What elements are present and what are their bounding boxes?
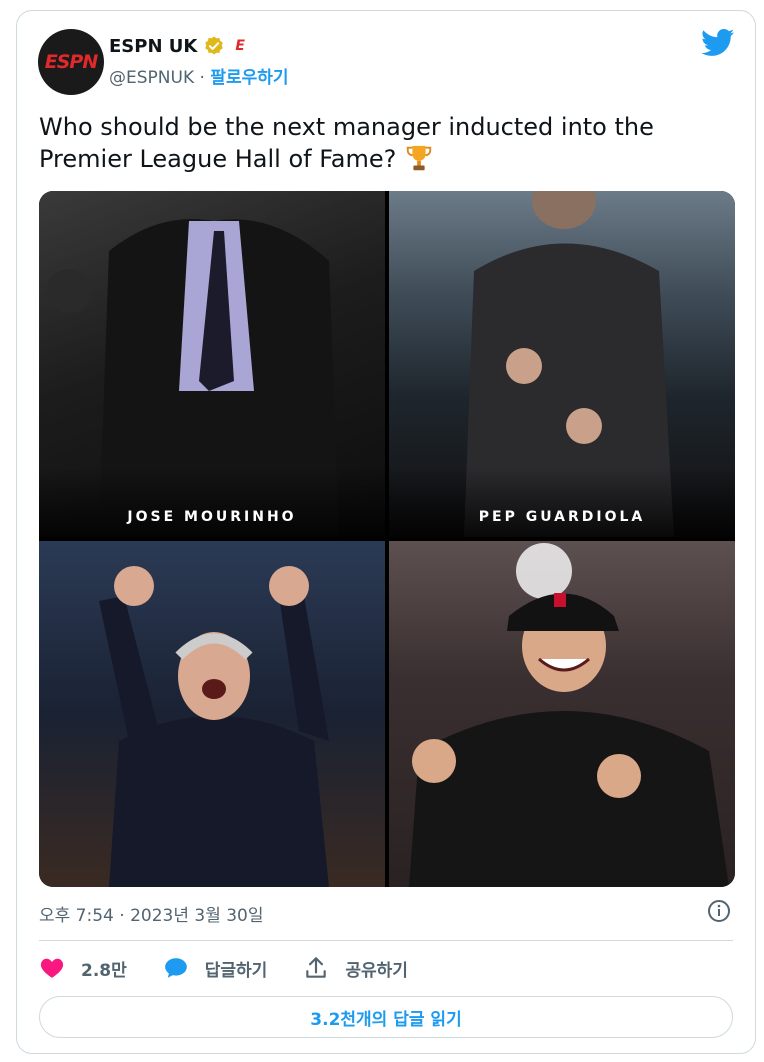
media-label-1: JOSE MOURINHO xyxy=(127,509,297,525)
espn-logo: ESPN xyxy=(44,51,98,73)
share-button[interactable]: 공유하기 xyxy=(303,955,408,981)
info-icon[interactable] xyxy=(707,899,731,923)
media-photo-4[interactable] xyxy=(389,541,735,887)
tweet-card: ESPN ESPN UK E @ESPNUK · 팔로우하기 Who shoul… xyxy=(16,10,756,1054)
media-photo-2[interactable]: PEP GUARDIOLA xyxy=(389,191,735,537)
author-name-row: ESPN UK E xyxy=(109,35,245,57)
separator: · xyxy=(199,68,205,88)
media-label-2: PEP GUARDIOLA xyxy=(478,509,646,525)
heart-icon xyxy=(40,958,64,978)
manager-silhouette-4 xyxy=(409,543,729,887)
like-button[interactable]: 2.8만 xyxy=(39,955,127,981)
tweet-timestamp[interactable]: 오후 7:54 · 2023년 3월 30일 xyxy=(39,901,264,926)
affiliate-badge: E xyxy=(235,38,245,54)
tweet-text-line-1: Who should be the next manager inducted … xyxy=(39,113,654,141)
tweet-text-line-2: Premier League Hall of Fame? xyxy=(39,143,729,175)
manager-silhouette-3 xyxy=(99,566,329,887)
verified-badge-icon xyxy=(205,36,224,55)
read-replies-button[interactable]: 3.2천개의 답글 읽기 xyxy=(39,996,733,1038)
avatar[interactable]: ESPN xyxy=(38,29,104,95)
trophy-icon xyxy=(406,145,432,171)
action-bar: 2.8만 답글하기 공유하기 xyxy=(39,955,444,981)
label-shade xyxy=(39,467,385,537)
like-count: 2.8만 xyxy=(81,960,127,981)
label-shade xyxy=(389,467,735,537)
twitter-bird-icon[interactable] xyxy=(701,29,735,57)
share-icon xyxy=(306,957,327,978)
divider xyxy=(39,940,733,941)
media-grid[interactable]: JOSE MOURINHO PEP GUARDIOLA xyxy=(39,191,735,887)
author-handle[interactable]: @ESPNUK xyxy=(109,68,194,88)
tweet-text-line-2-text: Premier League Hall of Fame? xyxy=(39,145,397,173)
author-name[interactable]: ESPN UK xyxy=(109,36,197,57)
reply-button[interactable]: 답글하기 xyxy=(163,955,268,981)
share-label: 공유하기 xyxy=(345,960,408,981)
follow-button[interactable]: 팔로우하기 xyxy=(210,68,288,88)
media-photo-3[interactable] xyxy=(39,541,385,887)
reply-label: 답글하기 xyxy=(204,960,268,981)
handle-row: @ESPNUK · 팔로우하기 xyxy=(109,63,289,88)
reply-bubble-icon xyxy=(164,958,187,978)
media-photo-1[interactable]: JOSE MOURINHO xyxy=(39,191,385,537)
tweet-text: Who should be the next manager inducted … xyxy=(39,111,729,175)
